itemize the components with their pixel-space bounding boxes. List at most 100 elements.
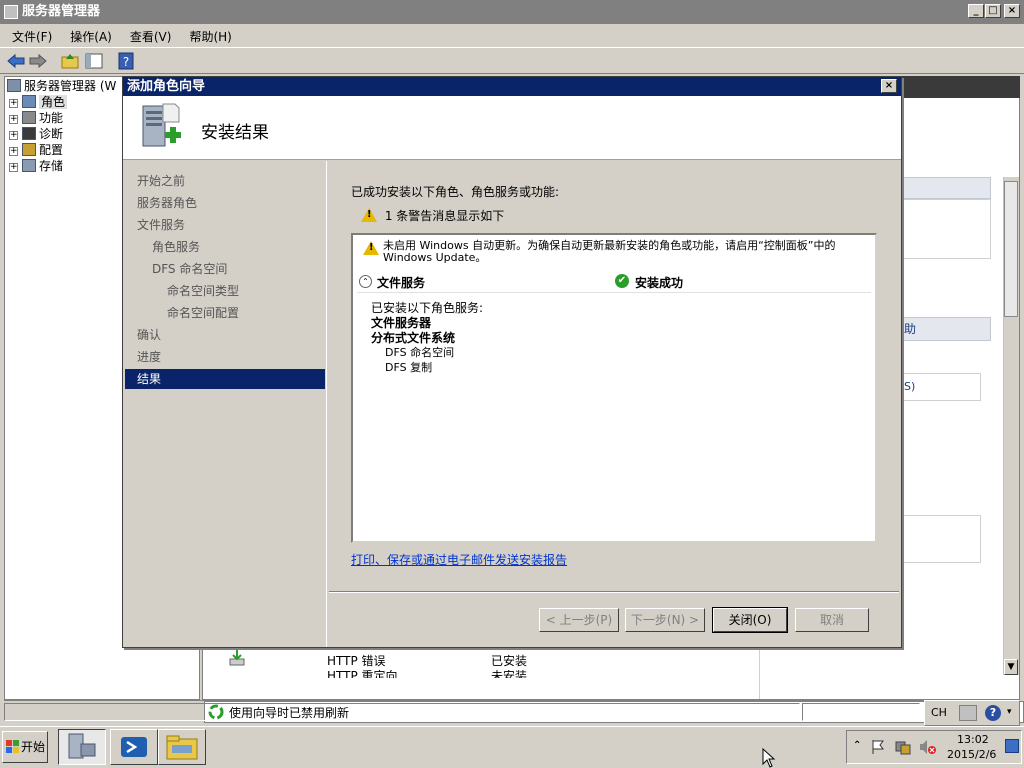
expand-icon[interactable]: + [9, 115, 18, 124]
volume-muted-icon[interactable] [919, 739, 937, 755]
dialog-title: 添加角色向导 [127, 79, 206, 94]
section-header: 助 [903, 317, 991, 341]
menu-help[interactable]: 帮助(H) [177, 24, 237, 45]
close-dialog-button[interactable]: 关闭(O) [712, 607, 788, 633]
warning-icon-wrap [363, 241, 379, 255]
step-namespace-config[interactable]: 命名空间配置 [125, 303, 325, 323]
keyboard-icon[interactable] [959, 705, 977, 721]
taskbar-powershell[interactable] [110, 729, 158, 765]
details-header [900, 76, 1020, 98]
button-separator [329, 591, 899, 593]
step-dfs-namespace[interactable]: DFS 命名空间 [125, 259, 325, 279]
step-file-services[interactable]: 文件服务 [125, 215, 325, 235]
menu-view[interactable]: 查看(V) [118, 24, 178, 45]
status-panel-right [802, 703, 920, 721]
tree-item-features[interactable]: + 功能 [9, 110, 63, 126]
collapse-icon[interactable]: ⌃ [359, 275, 372, 288]
server-icon [7, 79, 21, 92]
section-title: 文件服务 [377, 276, 426, 290]
dialog-header: 安装结果 [123, 96, 901, 160]
install-icon [227, 649, 247, 667]
tree-item-diagnostics[interactable]: + 诊断 [9, 126, 63, 142]
expand-icon[interactable]: + [9, 147, 18, 156]
window-title: 服务器管理器 [22, 4, 101, 19]
next-button[interactable]: 下一步(N) > [625, 608, 705, 632]
section-box: S) [903, 373, 981, 401]
section-row: ⌃ 文件服务 ✔ 安装成功 [357, 271, 871, 293]
section-header [903, 177, 991, 199]
add-roles-wizard-dialog: 添加角色向导 × 安装结果 开始之前 服务器角色 文件服务 角色服务 DFS 命… [122, 76, 902, 648]
tree-item-roles[interactable]: + 角色 [9, 94, 68, 110]
taskbar-server-manager[interactable] [58, 729, 106, 765]
roles-icon [22, 95, 36, 108]
server-manager-icon [68, 733, 96, 759]
step-confirmation[interactable]: 确认 [125, 325, 325, 345]
clock-time[interactable]: 13:02 [957, 733, 989, 746]
report-link[interactable]: 打印、保存或通过电子邮件发送安装报告 [351, 551, 567, 568]
action-center-flag-icon[interactable] [871, 739, 885, 755]
wizard-content: 已成功安装以下角色、角色服务或功能: 1 条警告消息显示如下 未启用 Windo… [329, 161, 899, 591]
installation-results-box: 未启用 Windows 自动更新。为确保自动更新最新安装的角色或功能，请启用“控… [351, 233, 877, 543]
warning-count-line: 1 条警告消息显示如下 [361, 207, 504, 224]
previous-button[interactable]: < 上一步(P) [539, 608, 619, 632]
toolbar: ? [0, 47, 1024, 74]
show-hidden-icons-icon[interactable]: ⌃ [853, 740, 861, 751]
intro-text: 已成功安装以下角色、角色服务或功能: [351, 185, 560, 199]
storage-icon [22, 159, 36, 172]
clock-date[interactable]: 2015/2/6 [947, 748, 996, 761]
close-button[interactable]: × [1004, 4, 1020, 18]
show-hide-console-tree-icon[interactable] [84, 52, 104, 70]
scrollbar-thumb[interactable] [1004, 181, 1018, 317]
role-service-name: HTTP 错误 [327, 654, 386, 668]
status-panel-left [4, 703, 800, 721]
expand-icon[interactable]: + [9, 163, 18, 172]
server-manager-icon [4, 5, 18, 19]
expand-icon[interactable]: + [9, 99, 18, 108]
menu-action[interactable]: 操作(A) [58, 24, 118, 45]
step-before-you-begin[interactable]: 开始之前 [125, 171, 325, 191]
expand-icon[interactable]: + [9, 131, 18, 140]
diagnostics-icon [22, 127, 36, 140]
features-icon [22, 111, 36, 124]
step-results[interactable]: 结果 [125, 369, 325, 389]
start-button[interactable]: 开始 [2, 731, 48, 763]
maximize-button[interactable]: □ [985, 4, 1001, 18]
language-bar-options-icon[interactable]: ▾ [1007, 707, 1012, 717]
server-add-role-icon [135, 102, 187, 154]
step-namespace-type[interactable]: 命名空间类型 [125, 281, 325, 301]
wizard-steps-nav: 开始之前 服务器角色 文件服务 角色服务 DFS 命名空间 命名空间类型 命名空… [125, 161, 327, 647]
warning-icon [361, 208, 377, 222]
dialog-close-button[interactable]: × [881, 79, 897, 93]
installed-item: DFS 复制 [385, 361, 433, 374]
language-indicator[interactable]: CH [931, 706, 947, 719]
minimize-button[interactable]: _ [968, 4, 984, 18]
main-title-bar: 服务器管理器 _ □ × [0, 0, 1024, 24]
step-server-roles[interactable]: 服务器角色 [125, 193, 325, 213]
step-progress[interactable]: 进度 [125, 347, 325, 367]
menu-file[interactable]: 文件(F) [0, 24, 58, 45]
windows-update-warning: 未启用 Windows 自动更新。为确保自动更新最新安装的角色或功能，请启用“控… [383, 239, 836, 264]
tree-item-storage[interactable]: + 存储 [9, 158, 63, 174]
installed-item: DFS 命名空间 [385, 346, 455, 359]
language-bar: CH ? ▾ [924, 700, 1020, 726]
section-box [903, 515, 981, 563]
install-result-text: 安装成功 [635, 276, 684, 290]
tree-item-configuration[interactable]: + 配置 [9, 142, 63, 158]
scroll-down-button[interactable]: ▼ [1004, 659, 1018, 675]
tree-root[interactable]: 服务器管理器 (W [7, 78, 116, 94]
dialog-title-bar: 添加角色向导 [123, 77, 901, 96]
help-icon[interactable]: ? [116, 52, 136, 70]
taskbar-explorer[interactable] [158, 729, 206, 765]
forward-arrow-icon[interactable] [28, 52, 48, 70]
show-desktop-icon[interactable] [1005, 739, 1019, 753]
configuration-icon [22, 143, 36, 156]
step-role-services[interactable]: 角色服务 [125, 237, 325, 257]
network-icon[interactable] [895, 739, 911, 755]
cancel-button[interactable]: 取消 [795, 608, 869, 632]
back-arrow-icon[interactable] [6, 52, 26, 70]
help-icon[interactable]: ? [985, 705, 1001, 721]
success-check-icon: ✔ [615, 274, 629, 288]
up-folder-icon[interactable] [60, 52, 80, 70]
folder-icon [166, 735, 198, 760]
mouse-cursor-icon [762, 748, 776, 768]
